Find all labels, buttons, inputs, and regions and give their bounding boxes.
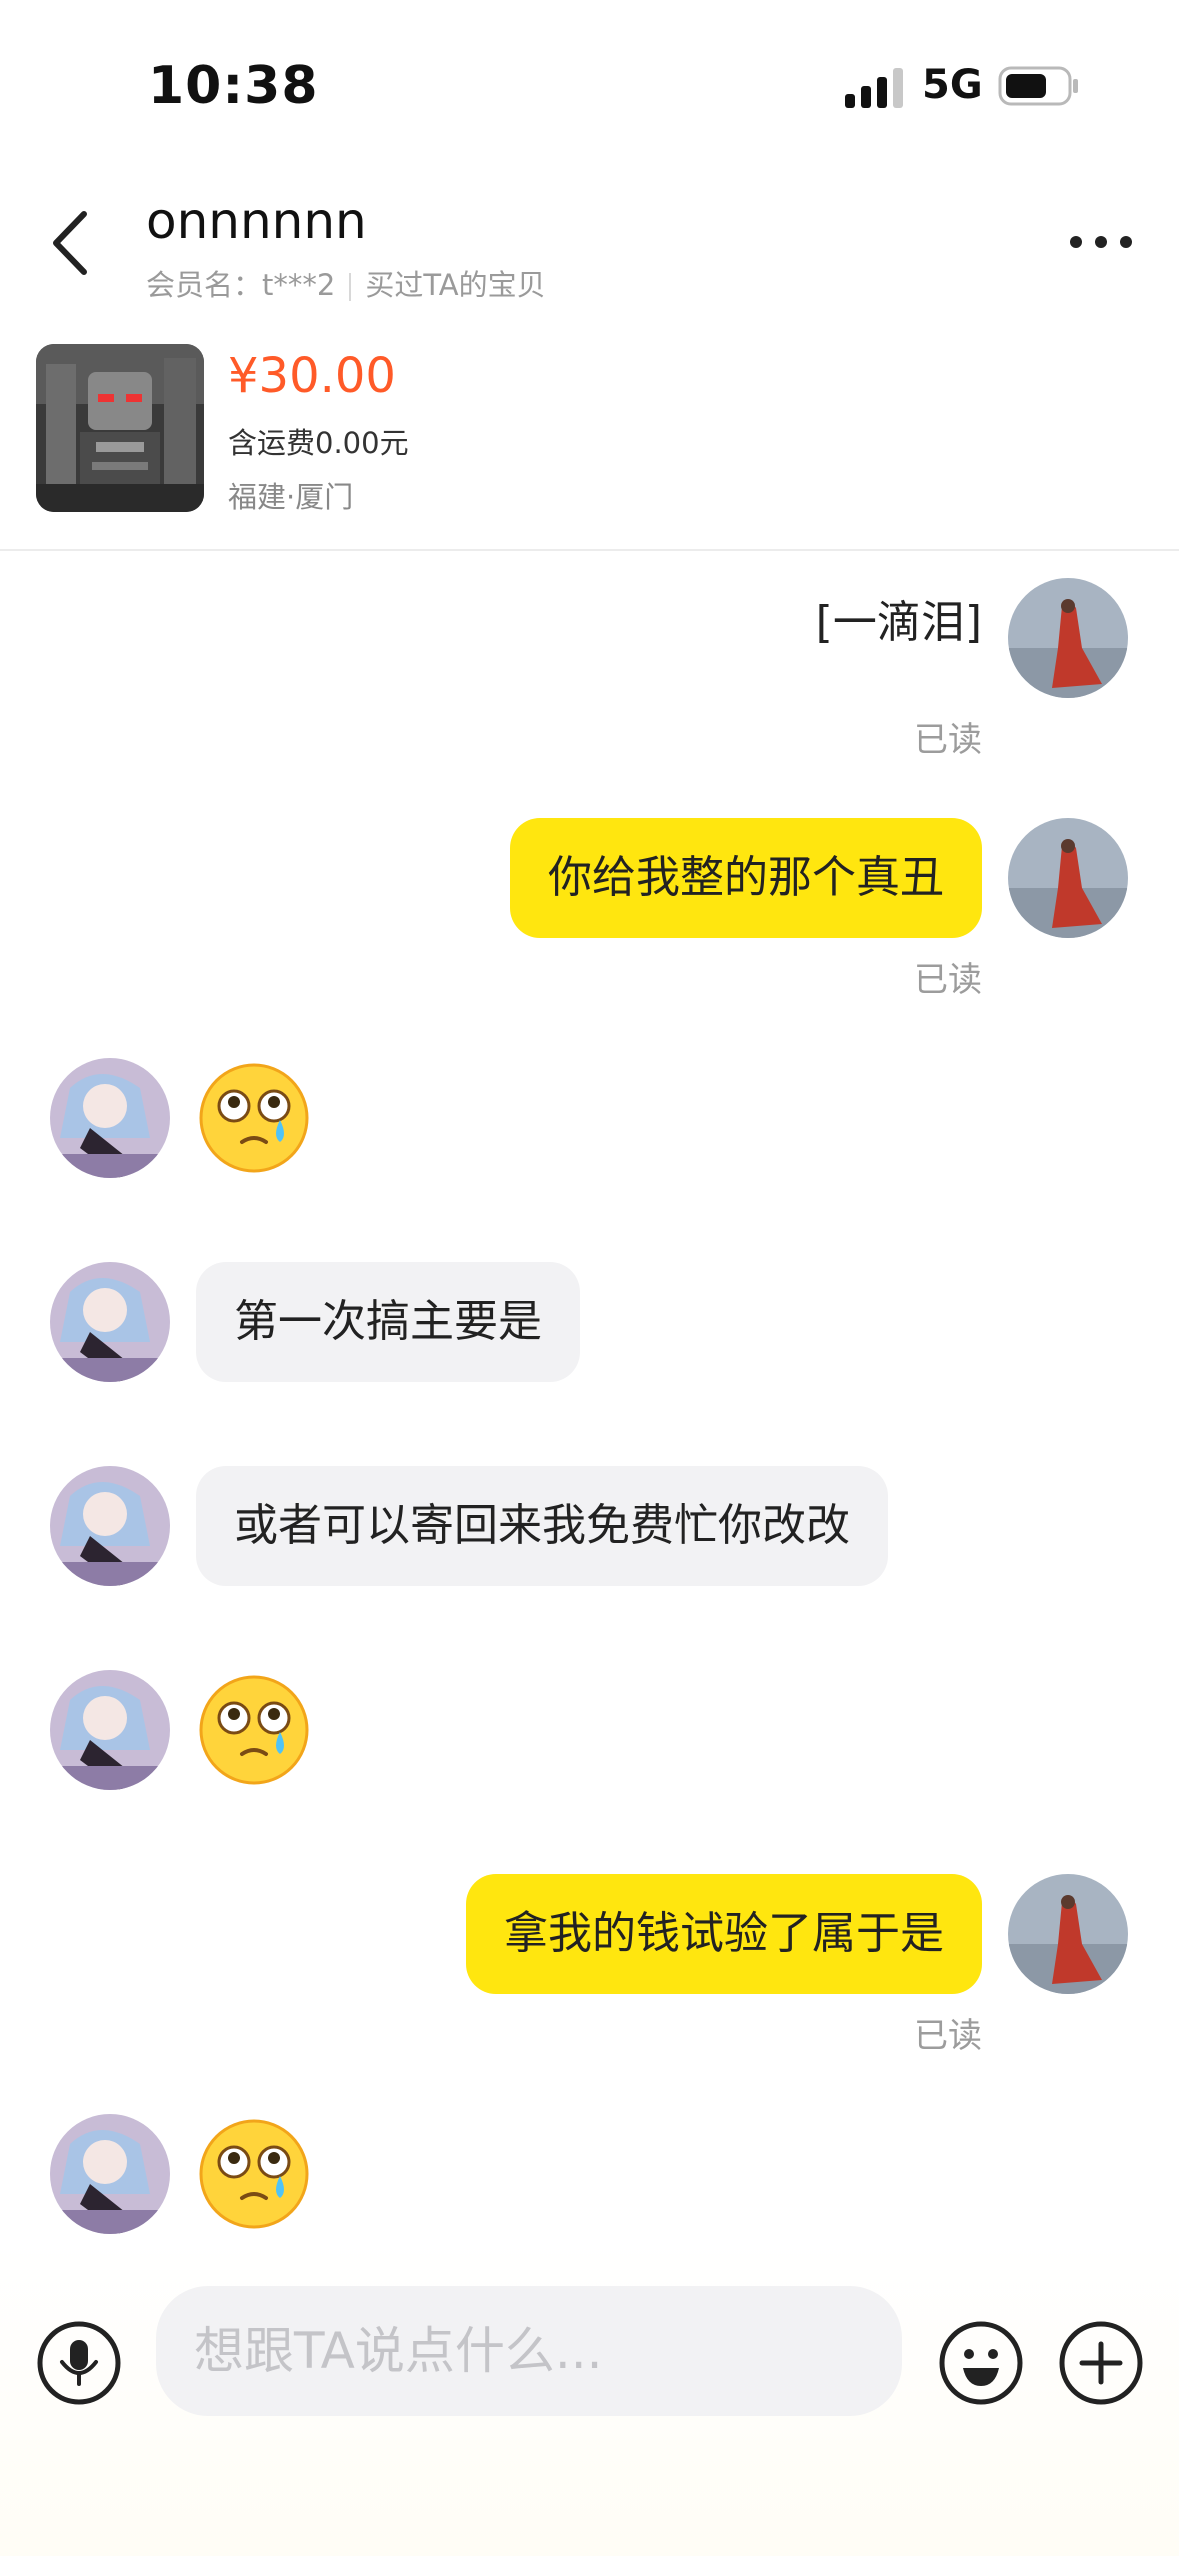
message-bubble[interactable]: 第一次搞主要是 bbox=[196, 1262, 580, 1382]
message-bubble[interactable]: 拿我的钱试验了属于是 bbox=[466, 1874, 982, 1994]
contact-name: onnnnnn bbox=[146, 192, 367, 250]
crying-face-emoji[interactable] bbox=[198, 1674, 310, 1786]
signal-icon bbox=[845, 68, 903, 108]
contact-avatar[interactable] bbox=[50, 1058, 170, 1178]
member-name-label: 会员名：t***2 bbox=[146, 268, 336, 302]
plus-icon[interactable] bbox=[1058, 2320, 1144, 2406]
subtitle-divider bbox=[349, 273, 352, 301]
header-divider bbox=[0, 549, 1179, 551]
product-thumbnail[interactable] bbox=[36, 344, 204, 512]
contact-avatar[interactable] bbox=[50, 2114, 170, 2234]
contact-avatar[interactable] bbox=[50, 1670, 170, 1790]
my-avatar[interactable] bbox=[1008, 818, 1128, 938]
battery-icon bbox=[998, 66, 1078, 106]
message-text[interactable]: [一滴泪] bbox=[816, 586, 982, 650]
message-bubble[interactable]: 你给我整的那个真丑 bbox=[510, 818, 982, 938]
contact-avatar[interactable] bbox=[50, 1262, 170, 1382]
more-icon[interactable] bbox=[1066, 230, 1136, 254]
product-location: 福建·厦门 bbox=[228, 480, 354, 514]
crying-face-emoji[interactable] bbox=[198, 1062, 310, 1174]
read-status: 已读 bbox=[914, 720, 982, 760]
microphone-icon[interactable] bbox=[36, 2320, 122, 2406]
emoji-icon[interactable] bbox=[938, 2320, 1024, 2406]
product-price: ¥30.00 bbox=[228, 348, 396, 404]
product-shipping: 含运费0.00元 bbox=[228, 426, 409, 460]
message-input[interactable] bbox=[156, 2286, 902, 2416]
crying-face-emoji[interactable] bbox=[198, 2118, 310, 2230]
network-label: 5G bbox=[922, 62, 983, 108]
contact-subtitle: 会员名：t***2 买过TA的宝贝 bbox=[146, 262, 546, 304]
my-avatar[interactable] bbox=[1008, 578, 1128, 698]
purchase-history-label: 买过TA的宝贝 bbox=[365, 268, 546, 302]
back-icon[interactable] bbox=[46, 206, 96, 280]
my-avatar[interactable] bbox=[1008, 1874, 1128, 1994]
read-status: 已读 bbox=[914, 2016, 982, 2056]
status-time: 10:38 bbox=[148, 56, 319, 116]
message-bubble[interactable]: 或者可以寄回来我免费忙你改改 bbox=[196, 1466, 888, 1586]
read-status: 已读 bbox=[914, 960, 982, 1000]
contact-avatar[interactable] bbox=[50, 1466, 170, 1586]
